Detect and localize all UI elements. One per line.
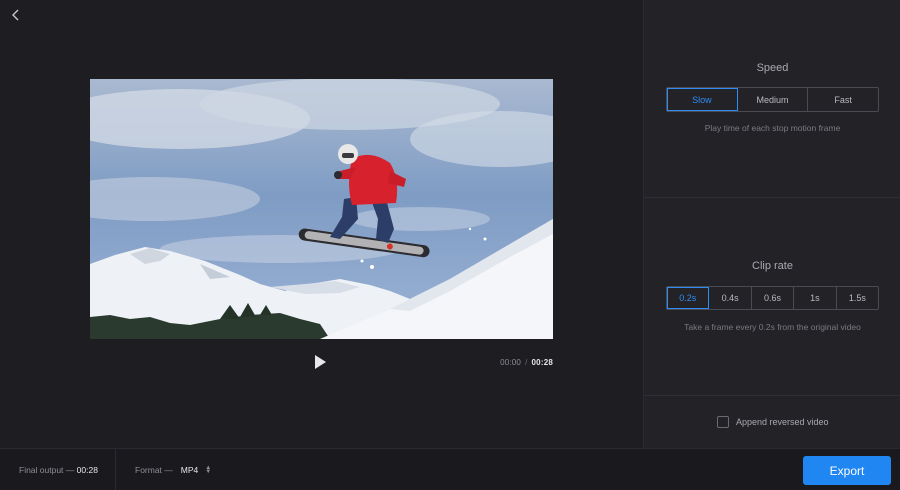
final-output-value: 00:28 (76, 465, 98, 475)
bottom-bar: Final output — 00:28 Format — MP4 ▲ ▼ Exp… (0, 448, 900, 490)
chevron-left-icon (12, 9, 19, 21)
format-value: MP4 (180, 465, 199, 475)
clip-rate-hint: Take a frame every 0.2s from the origina… (684, 322, 861, 332)
append-reversed-checkbox[interactable] (717, 416, 729, 428)
time-separator: / (525, 358, 528, 367)
speed-option-slow[interactable]: Slow (667, 88, 738, 111)
back-button[interactable] (8, 6, 24, 24)
current-time: 00:00 (500, 358, 522, 367)
play-button[interactable] (311, 353, 329, 371)
bottom-divider (115, 449, 116, 490)
stop-motion-editor: 00:00/00:28 Speed Slow Medium Fast Play … (0, 0, 900, 490)
speed-title: Speed (756, 62, 789, 74)
append-reversed-label: Append reversed video (736, 417, 829, 427)
speed-option-fast[interactable]: Fast (808, 88, 878, 111)
duration-time: 00:28 (531, 358, 553, 367)
preview-area: 00:00/00:28 (0, 0, 643, 448)
speed-selector: Slow Medium Fast (666, 87, 879, 112)
final-output-label: Final output — (19, 465, 75, 475)
video-preview[interactable] (90, 79, 553, 339)
select-arrows-icon: ▲ ▼ (205, 465, 212, 475)
export-button[interactable]: Export (803, 456, 891, 485)
video-frame-image (90, 79, 553, 339)
clip-rate-option-0-6s[interactable]: 0.6s (752, 287, 795, 309)
clip-rate-option-0-4s[interactable]: 0.4s (709, 287, 752, 309)
clip-rate-section: Clip rate 0.2s 0.4s 0.6s 1s 1.5s Take a … (644, 198, 900, 396)
final-output: Final output — 00:28 (19, 465, 98, 475)
clip-rate-option-0-2s[interactable]: 0.2s (667, 287, 710, 309)
format-label: Format — (135, 465, 173, 475)
format-group: Format — MP4 ▲ ▼ (135, 465, 211, 475)
clip-rate-selector: 0.2s 0.4s 0.6s 1s 1.5s (666, 286, 879, 310)
append-section: Append reversed video (644, 396, 900, 448)
settings-panel: Speed Slow Medium Fast Play time of each… (643, 0, 900, 448)
append-reversed-toggle[interactable]: Append reversed video (717, 416, 829, 428)
clip-rate-option-1-5s[interactable]: 1.5s (837, 287, 878, 309)
speed-option-medium[interactable]: Medium (738, 88, 809, 111)
clip-rate-option-1s[interactable]: 1s (794, 287, 837, 309)
time-display: 00:00/00:28 (500, 358, 553, 367)
speed-hint: Play time of each stop motion frame (704, 123, 841, 133)
format-select[interactable]: MP4 ▲ ▼ (181, 465, 211, 475)
speed-section: Speed Slow Medium Fast Play time of each… (644, 0, 900, 198)
clip-rate-title: Clip rate (752, 260, 793, 272)
play-icon (315, 355, 326, 369)
